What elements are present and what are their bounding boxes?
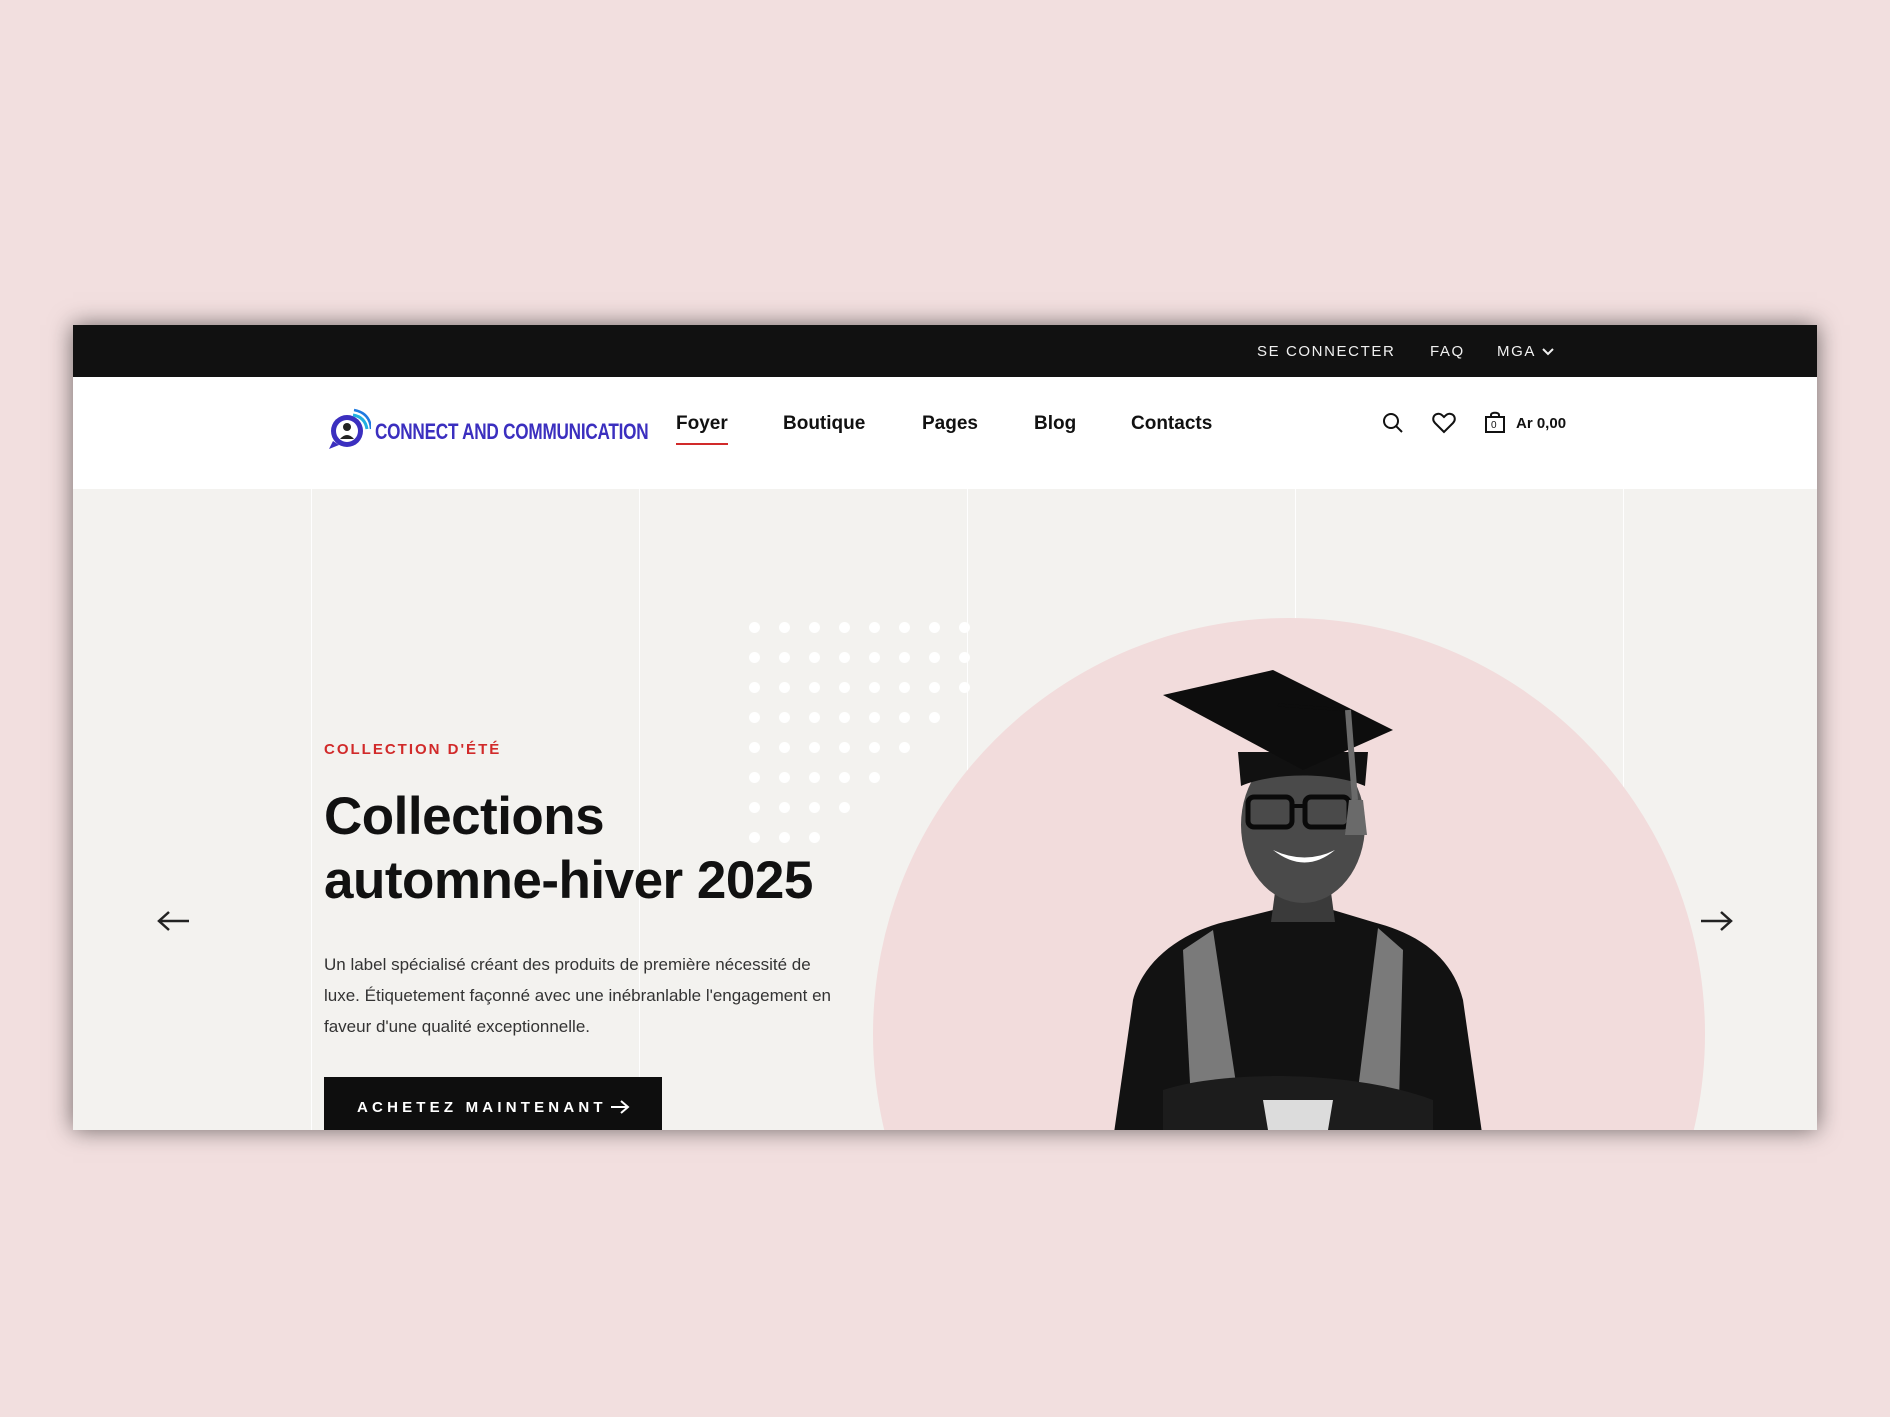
pattern-dot [869,742,880,753]
arrow-right-icon [611,1100,630,1114]
pattern-dot [869,772,880,783]
pattern-dot [809,652,820,663]
pattern-dot [899,622,910,633]
pattern-dot [929,712,940,723]
hero-title-line: Collections [324,787,605,846]
pattern-dot [929,652,940,663]
pattern-dot [899,742,910,753]
pattern-dot [779,742,790,753]
pattern-dot [749,652,760,663]
shop-now-button[interactable]: ACHETEZ MAINTENANT [324,1077,662,1130]
pattern-dot [779,622,790,633]
pattern-dot [869,652,880,663]
pattern-dot [929,682,940,693]
pattern-dot [779,712,790,723]
pattern-dot [839,742,850,753]
pattern-dot [899,682,910,693]
pattern-dot [809,712,820,723]
pattern-dot [839,622,850,633]
pattern-dot [839,652,850,663]
hero-eyebrow: COLLECTION D'ÉTÉ [324,741,502,758]
pattern-dot [749,682,760,693]
pattern-dot [779,652,790,663]
pattern-dot [959,652,970,663]
pattern-dot [809,682,820,693]
shop-now-label: ACHETEZ MAINTENANT [357,1099,607,1116]
arrow-right-icon[interactable] [1699,910,1733,932]
pattern-dot [869,622,880,633]
pattern-dot [959,682,970,693]
pattern-dot [899,652,910,663]
pattern-dot [809,772,820,783]
hero-title-line: automne-hiver 2025 [324,851,813,910]
pattern-dot [779,772,790,783]
pattern-dot [899,712,910,723]
hero-portrait-image [1114,670,1482,1130]
pattern-dot [869,712,880,723]
hero-description: Un label spécialisé créant des produits … [324,955,831,1036]
pattern-dot [749,742,760,753]
browser-window: SE CONNECTER FAQ MGA CONNECT AND COMMUNI… [73,325,1817,1130]
pattern-dot [959,622,970,633]
pattern-dot [839,712,850,723]
pattern-dot [809,742,820,753]
arrow-left-icon[interactable] [157,910,191,932]
hero-title: Collections automne-hiver 2025 [324,785,884,913]
pattern-dot [749,772,760,783]
pattern-dot [809,622,820,633]
pattern-dot [839,682,850,693]
pattern-dot [869,682,880,693]
pattern-dot [749,622,760,633]
pattern-dot [839,772,850,783]
pattern-dot [929,622,940,633]
pattern-dot [779,682,790,693]
pattern-dot [749,712,760,723]
